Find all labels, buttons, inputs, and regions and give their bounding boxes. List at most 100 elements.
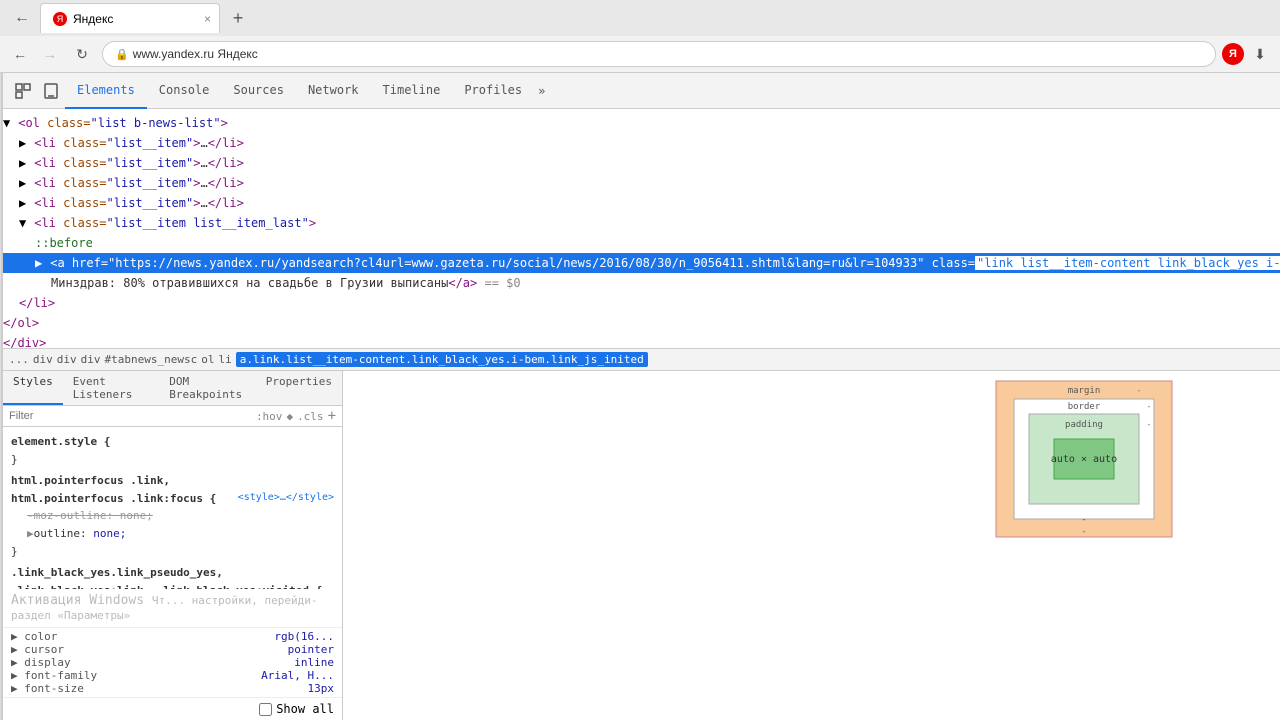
box-model-svg: margin - border - padding - auto × auto …: [994, 379, 1174, 539]
html-line-a-selected[interactable]: ▶ <a href="https://news.yandex.ru/yandse…: [3, 253, 1280, 273]
svg-text:-: -: [1081, 527, 1086, 537]
box-model-panel: margin - border - padding - auto × auto …: [343, 371, 1280, 720]
devtools-toolbar: Elements Console Sources Network Timelin…: [3, 73, 1280, 109]
lock-icon: 🔒: [115, 48, 129, 61]
computed-display: ▶ display inline: [11, 656, 334, 669]
computed-font-size: ▶ font-size 13px: [11, 682, 334, 695]
bc-selected-a[interactable]: a.link.list__item-content.link_black_yes…: [236, 352, 648, 367]
html-line-li-close[interactable]: </li>: [3, 293, 1280, 313]
rule-selector-3: .link_black_yes.link_pseudo_yes,: [11, 566, 223, 579]
html-line-li1[interactable]: ▶ <li class="list__item">…</li>: [3, 133, 1280, 153]
svg-text:-: -: [1146, 420, 1151, 430]
svg-text:padding: padding: [1065, 420, 1103, 430]
html-line-div-close[interactable]: </div>: [3, 333, 1280, 349]
html-line-a-text[interactable]: Минздрав: 80% отравившихся на свадьбе в …: [3, 273, 1280, 293]
activation-hint: Чт... настройки, перейди-: [152, 594, 318, 607]
style-prop-moz-outline: -moz-outline: none;: [11, 507, 334, 525]
expand-arrow-ol[interactable]: ▼: [3, 114, 11, 132]
nav-back-button[interactable]: ←: [8, 42, 32, 66]
computed-cursor: ▶ cursor pointer: [11, 643, 334, 656]
box-model-diagram: margin - border - padding - auto × auto …: [994, 379, 1174, 542]
html-line-li-last[interactable]: ▼ <li class="list__item list__item_last"…: [3, 213, 1280, 233]
rule-source-2[interactable]: <style>…</style>: [238, 490, 334, 506]
devtools-bottom: Styles Event Listeners DOM Breakpoints P…: [3, 371, 1280, 720]
styles-filter: :hov ◆ .cls +: [3, 406, 342, 427]
tab-bar: ← Я Яндекс × +: [0, 0, 1280, 36]
activation-text: Активация Windows: [11, 593, 144, 608]
new-tab-button[interactable]: +: [224, 4, 252, 32]
html-line-before[interactable]: ::before: [3, 233, 1280, 253]
address-right: Я ⬇: [1222, 42, 1272, 66]
add-style-button[interactable]: +: [328, 408, 336, 424]
tab-profiles[interactable]: Profiles: [452, 73, 534, 109]
address-input[interactable]: 🔒 www.yandex.ru Яндекс: [102, 41, 1216, 67]
styles-tabs: Styles Event Listeners DOM Breakpoints P…: [3, 371, 342, 406]
cls-toggle[interactable]: .cls: [297, 410, 324, 423]
url-text: www.yandex.ru Яндекс: [133, 47, 258, 61]
show-all-label[interactable]: Show all: [276, 702, 334, 716]
tab-sources[interactable]: Sources: [221, 73, 296, 109]
html-line-li2[interactable]: ▶ <li class="list__item">…</li>: [3, 153, 1280, 173]
bc-li[interactable]: li: [218, 353, 231, 366]
styles-content: element.style { } html.pointerfocus .lin…: [3, 427, 342, 589]
bc-ol[interactable]: ol: [201, 353, 214, 366]
tab-event-listeners[interactable]: Event Listeners: [63, 371, 160, 405]
tab-favicon: Я: [53, 12, 67, 26]
html-line-ol-close[interactable]: </ol>: [3, 313, 1280, 333]
tab-styles[interactable]: Styles: [3, 371, 63, 405]
activation-hint2: раздел «Параметры»: [11, 609, 130, 622]
rule-selector-2: html.pointerfocus .link,: [11, 474, 170, 487]
address-bar: ← → ↻ 🔒 www.yandex.ru Яндекс Я ⬇: [0, 36, 1280, 72]
tab-dom-breakpoints[interactable]: DOM Breakpoints: [159, 371, 256, 405]
devtools-panel: Elements Console Sources Network Timelin…: [1, 73, 1280, 720]
bc-div2[interactable]: div: [57, 353, 77, 366]
more-tabs-button[interactable]: »: [534, 78, 549, 104]
styles-panel: Styles Event Listeners DOM Breakpoints P…: [3, 371, 343, 720]
inspect-element-button[interactable]: [9, 77, 37, 105]
device-mode-button[interactable]: [37, 77, 65, 105]
style-prop-outline: ▶outline: none;: [11, 525, 334, 543]
main-layout: 0+ Y Хотите сделать Яндекс браузером по …: [0, 73, 1280, 720]
computed-props-list: ▶ color rgb(16... ▶ cursor pointer ▶ dis…: [3, 627, 342, 697]
computed-color: ▶ color rgb(16...: [11, 630, 334, 643]
download-icon[interactable]: ⬇: [1248, 42, 1272, 66]
style-rule-element: element.style { }: [3, 431, 342, 470]
style-rule-link-black: .link_black_yes.link_pseudo_yes, .link_b…: [3, 562, 342, 589]
breadcrumb-bar: ... div div div #tabnews_newsc ol li a.l…: [3, 349, 1280, 371]
color-scheme-toggle[interactable]: ◆: [286, 410, 293, 423]
svg-text:border: border: [1068, 402, 1101, 412]
reload-button[interactable]: ↻: [68, 40, 96, 68]
tab-network[interactable]: Network: [296, 73, 371, 109]
svg-text:-: -: [1146, 402, 1151, 412]
html-line-li3[interactable]: ▶ <li class="list__item">…</li>: [3, 173, 1280, 193]
tab-elements[interactable]: Elements: [65, 73, 147, 109]
bc-dots[interactable]: ...: [9, 353, 29, 366]
bc-tabnews[interactable]: #tabnews_newsc: [105, 353, 198, 366]
tab-title: Яндекс: [73, 12, 113, 26]
computed-font-family: ▶ font-family Arial, H...: [11, 669, 334, 682]
tab-properties[interactable]: Properties: [256, 371, 342, 405]
tab-close-button[interactable]: ×: [204, 12, 211, 26]
svg-text:-: -: [1081, 515, 1086, 525]
svg-text:-: -: [1136, 386, 1141, 396]
back-button[interactable]: ←: [8, 4, 36, 32]
html-line-li4[interactable]: ▶ <li class="list__item">…</li>: [3, 193, 1280, 213]
devtools-html-tree: ▼ <ol class="list b-news-list"> ▶ <li cl…: [3, 109, 1280, 349]
browser-tab[interactable]: Я Яндекс ×: [40, 3, 220, 33]
show-all-checkbox[interactable]: [259, 703, 272, 716]
tab-timeline[interactable]: Timeline: [371, 73, 453, 109]
bc-div3[interactable]: div: [81, 353, 101, 366]
rule-selector-1: element.style {: [11, 435, 110, 448]
styles-filter-input[interactable]: [9, 410, 252, 422]
style-rule-pointerfocus: html.pointerfocus .link, html.pointerfoc…: [3, 470, 342, 562]
activation-area: Активация Windows Чт... настройки, перей…: [3, 589, 342, 627]
bc-div1[interactable]: div: [33, 353, 53, 366]
svg-text:margin: margin: [1068, 386, 1101, 396]
html-line-ol[interactable]: ▼ <ol class="list b-news-list">: [3, 113, 1280, 133]
nav-forward-button[interactable]: →: [38, 42, 62, 66]
yandex-browser-logo: Я: [1222, 43, 1244, 65]
hover-toggle[interactable]: :hov: [256, 410, 283, 423]
show-all-row: Show all: [3, 697, 342, 720]
tab-console[interactable]: Console: [147, 73, 222, 109]
svg-text:auto × auto: auto × auto: [1051, 454, 1117, 465]
